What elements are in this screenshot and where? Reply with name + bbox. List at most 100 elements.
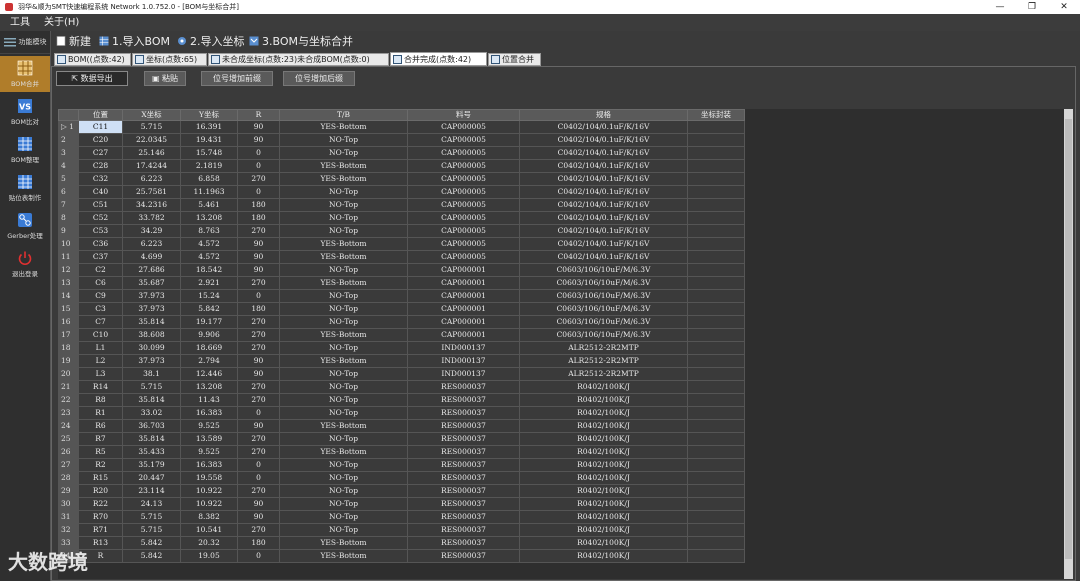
- table-cell[interactable]: [687, 224, 745, 238]
- table-cell[interactable]: R14: [78, 380, 123, 394]
- table-cell[interactable]: NO-Top: [279, 406, 408, 420]
- table-cell[interactable]: 0: [237, 406, 280, 420]
- table-cell[interactable]: R5: [78, 445, 123, 459]
- table-cell[interactable]: CAP000005: [407, 237, 520, 251]
- row-header[interactable]: 16: [58, 315, 79, 329]
- table-row[interactable]: 23 R1 33.02 16.383 0 NO-Top RES000037 R0402/100…: [58, 406, 745, 420]
- table-cell[interactable]: C0603/106/10uF/M/6.3V: [519, 289, 688, 303]
- table-cell[interactable]: 180: [237, 536, 280, 550]
- export-data-button[interactable]: ⇱ 数据导出: [56, 71, 128, 86]
- table-cell[interactable]: R0402/100K/J: [519, 432, 688, 446]
- table-cell[interactable]: [687, 263, 745, 277]
- table-cell[interactable]: R0402/100K/J: [519, 536, 688, 550]
- table-cell[interactable]: RES000037: [407, 523, 520, 537]
- sidebar-item-bom-merge[interactable]: BOM合并: [0, 56, 50, 92]
- function-module-header[interactable]: 功能模块: [0, 31, 50, 54]
- table-cell[interactable]: 90: [237, 419, 280, 433]
- table-row[interactable]: 10 C36 6.223 4.572 90 YES-Bottom CAP000005 C040…: [58, 237, 745, 251]
- table-cell[interactable]: 270: [237, 523, 280, 537]
- table-cell[interactable]: 90: [237, 497, 280, 511]
- menu-about[interactable]: 关于(H): [44, 14, 79, 31]
- row-header[interactable]: 30: [58, 497, 79, 511]
- table-cell[interactable]: [687, 198, 745, 212]
- table-cell[interactable]: [687, 393, 745, 407]
- table-cell[interactable]: CAP000005: [407, 133, 520, 147]
- table-cell[interactable]: RES000037: [407, 497, 520, 511]
- table-cell[interactable]: NO-Top: [279, 432, 408, 446]
- table-row[interactable]: 30 R22 24.13 10.922 90 NO-Top RES000037 R0402/1…: [58, 497, 745, 511]
- table-cell[interactable]: 4.572: [180, 237, 238, 251]
- table-cell[interactable]: C0402/104/0.1uF/K/16V: [519, 120, 688, 134]
- table-cell[interactable]: CAP000001: [407, 263, 520, 277]
- table-cell[interactable]: 38.1: [122, 367, 181, 381]
- table-cell[interactable]: R0402/100K/J: [519, 549, 688, 563]
- table-cell[interactable]: 4.572: [180, 250, 238, 264]
- table-cell[interactable]: [687, 133, 745, 147]
- table-cell[interactable]: RES000037: [407, 419, 520, 433]
- table-cell[interactable]: R0402/100K/J: [519, 458, 688, 472]
- table-cell[interactable]: 19.177: [180, 315, 238, 329]
- row-header[interactable]: 18: [58, 341, 79, 355]
- table-row[interactable]: 19 L2 37.973 2.794 90 YES-Bottom IND000137 ALR2…: [58, 354, 745, 368]
- table-cell[interactable]: IND000137: [407, 367, 520, 381]
- table-cell[interactable]: R0402/100K/J: [519, 406, 688, 420]
- table-cell[interactable]: R0402/100K/J: [519, 523, 688, 537]
- table-cell[interactable]: 37.973: [122, 289, 181, 303]
- table-cell[interactable]: 9.525: [180, 419, 238, 433]
- table-cell[interactable]: NO-Top: [279, 458, 408, 472]
- table-cell[interactable]: C0603/106/10uF/M/6.3V: [519, 328, 688, 342]
- table-cell[interactable]: 4.699: [122, 250, 181, 264]
- table-cell[interactable]: 6.223: [122, 237, 181, 251]
- table-cell[interactable]: 5.715: [122, 510, 181, 524]
- table-cell[interactable]: 25.7581: [122, 185, 181, 199]
- table-cell[interactable]: R70: [78, 510, 123, 524]
- table-cell[interactable]: 19.05: [180, 549, 238, 563]
- table-row[interactable]: 15 C3 37.973 5.842 180 NO-Top CAP000001 C0603/1…: [58, 302, 745, 316]
- table-cell[interactable]: NO-Top: [279, 263, 408, 277]
- table-cell[interactable]: C51: [78, 198, 123, 212]
- table-cell[interactable]: R8: [78, 393, 123, 407]
- table-cell[interactable]: [687, 276, 745, 290]
- table-cell[interactable]: R0402/100K/J: [519, 484, 688, 498]
- column-header[interactable]: Y坐标: [180, 109, 238, 121]
- table-cell[interactable]: 20.32: [180, 536, 238, 550]
- table-cell[interactable]: [687, 146, 745, 160]
- table-cell[interactable]: L3: [78, 367, 123, 381]
- table-cell[interactable]: 18.542: [180, 263, 238, 277]
- row-header[interactable]: 28: [58, 471, 79, 485]
- table-cell[interactable]: 90: [237, 250, 280, 264]
- table-cell[interactable]: C37: [78, 250, 123, 264]
- table-cell[interactable]: R0402/100K/J: [519, 393, 688, 407]
- table-cell[interactable]: 180: [237, 211, 280, 225]
- tab-coordinates[interactable]: 坐标(点数:65): [132, 53, 207, 66]
- row-header[interactable]: 9: [58, 224, 79, 238]
- table-cell[interactable]: C3: [78, 302, 123, 316]
- tab-position-merge[interactable]: 位置合并: [488, 53, 541, 66]
- row-header[interactable]: 25: [58, 432, 79, 446]
- table-cell[interactable]: 8.763: [180, 224, 238, 238]
- row-header[interactable]: 22: [58, 393, 79, 407]
- table-cell[interactable]: R71: [78, 523, 123, 537]
- table-cell[interactable]: [687, 172, 745, 186]
- table-cell[interactable]: IND000137: [407, 341, 520, 355]
- table-cell[interactable]: R15: [78, 471, 123, 485]
- table-cell[interactable]: 2.921: [180, 276, 238, 290]
- table-cell[interactable]: 35.687: [122, 276, 181, 290]
- table-cell[interactable]: 270: [237, 172, 280, 186]
- table-cell[interactable]: [687, 185, 745, 199]
- table-cell[interactable]: R1: [78, 406, 123, 420]
- table-cell[interactable]: 37.973: [122, 302, 181, 316]
- table-row[interactable]: 7 C51 34.2316 5.461 180 NO-Top CAP000005 C0402/…: [58, 198, 745, 212]
- table-cell[interactable]: 180: [237, 198, 280, 212]
- table-row[interactable]: 11 C37 4.699 4.572 90 YES-Bottom CAP000005 C040…: [58, 250, 745, 264]
- row-header[interactable]: 17: [58, 328, 79, 342]
- table-row[interactable]: 4 C28 17.4244 2.1819 0 YES-Bottom CAP000005 C04…: [58, 159, 745, 173]
- sidebar-item-bom-organize[interactable]: BOM整理: [0, 132, 50, 168]
- table-cell[interactable]: 90: [237, 120, 280, 134]
- tab-bom[interactable]: BOM((点数:42): [54, 53, 131, 66]
- table-cell[interactable]: 16.391: [180, 120, 238, 134]
- table-cell[interactable]: 18.669: [180, 341, 238, 355]
- table-cell[interactable]: 9.525: [180, 445, 238, 459]
- table-cell[interactable]: [687, 315, 745, 329]
- table-cell[interactable]: 30.099: [122, 341, 181, 355]
